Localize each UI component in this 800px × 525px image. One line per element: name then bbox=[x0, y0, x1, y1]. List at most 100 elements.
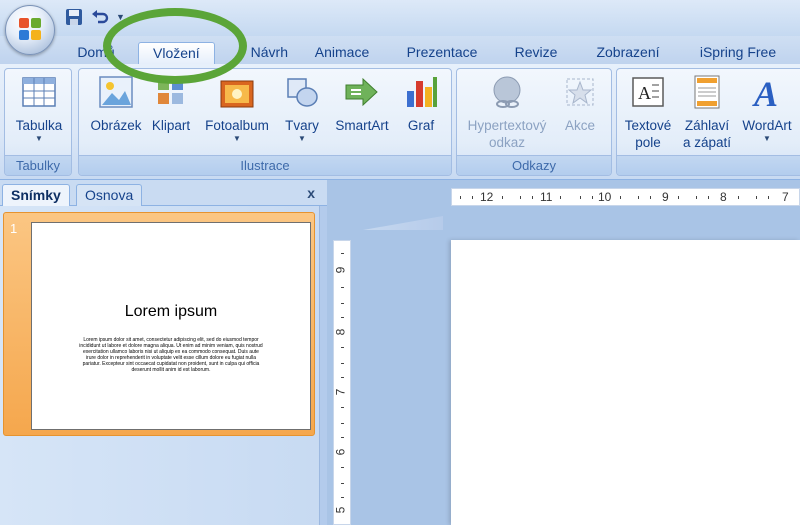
group-label-odkazy: Odkazy bbox=[457, 155, 611, 175]
tab-vlozeni[interactable]: Vložení bbox=[138, 42, 215, 64]
ribbon-group-ilustrace: Obrázek Klipart Fotoalbum ▼ Tvary ▼ Smar… bbox=[78, 68, 452, 176]
obrazek-label: Obrázek bbox=[90, 118, 142, 133]
slide-thumbnail-selected[interactable]: 1 Lorem ipsum Lorem ipsum dolor sit amet… bbox=[3, 212, 315, 436]
klipart-button[interactable]: Klipart bbox=[147, 73, 195, 134]
akce-label: Akce bbox=[564, 118, 595, 133]
wordart-button[interactable]: A WordArt ▼ bbox=[735, 73, 799, 144]
ruler-v-label: 7 bbox=[333, 388, 348, 396]
shapes-icon bbox=[283, 73, 321, 111]
tab-zobrazeni[interactable]: Zobrazení bbox=[588, 42, 668, 64]
tab-navrh-label: Návrh bbox=[250, 44, 288, 60]
smartart-icon bbox=[343, 73, 381, 111]
group-label-tabulky: Tabulky bbox=[5, 155, 71, 175]
ruler-v-label: 5 bbox=[333, 506, 348, 514]
smartart-label: SmartArt bbox=[335, 118, 389, 133]
group-label-text bbox=[617, 155, 800, 175]
fotoalbum-label: Fotoalbum bbox=[205, 118, 269, 133]
slide-canvas[interactable] bbox=[451, 240, 800, 525]
qat-dropdown-icon[interactable]: ▼ bbox=[116, 12, 125, 22]
ruler-h-label: 7 bbox=[782, 190, 789, 204]
obrazek-button[interactable]: Obrázek bbox=[83, 73, 149, 134]
ribbon-group-tabulky: Tabulka ▼ Tabulky bbox=[4, 68, 72, 176]
group-label-ilustrace: Ilustrace bbox=[79, 155, 451, 175]
vertical-ruler-ticks bbox=[341, 253, 344, 498]
chevron-down-icon: ▼ bbox=[35, 134, 43, 143]
slide-title: Lorem ipsum bbox=[124, 303, 218, 320]
hypertextovy-label-2: odkaz bbox=[488, 135, 526, 150]
office-logo-icon bbox=[19, 18, 43, 42]
slide-number: 1 bbox=[10, 221, 18, 236]
zahlavi-button[interactable]: Záhlaví a zápatí bbox=[677, 73, 737, 151]
picture-icon bbox=[97, 73, 135, 111]
tab-prezentace[interactable]: Prezentace bbox=[402, 42, 482, 64]
slide-pane-tabs: Snímky Osnova x bbox=[0, 180, 327, 206]
clipart-icon bbox=[152, 73, 190, 111]
chart-icon bbox=[402, 73, 440, 111]
tvary-label: Tvary bbox=[285, 118, 319, 133]
action-icon bbox=[561, 73, 599, 111]
klipart-label: Klipart bbox=[151, 118, 191, 133]
svg-text:A: A bbox=[638, 83, 651, 103]
graf-button[interactable]: Graf bbox=[397, 73, 445, 134]
office-button[interactable] bbox=[5, 5, 55, 55]
tabulka-label: Tabulka bbox=[15, 118, 63, 133]
zahlavi-label-1: Záhlaví bbox=[684, 118, 730, 133]
table-icon bbox=[20, 73, 58, 111]
akce-button[interactable]: Akce bbox=[555, 73, 605, 134]
slide-body-text: Lorem ipsum dolor sit amet, consectetur … bbox=[79, 337, 263, 373]
slide-thumbnail-pane: 1 Lorem ipsum Lorem ipsum dolor sit amet… bbox=[0, 206, 327, 525]
ribbon-group-odkazy: Hypertextový odkaz Akce Odkazy bbox=[456, 68, 612, 176]
fotoalbum-button[interactable]: Fotoalbum ▼ bbox=[197, 73, 277, 144]
svg-text:A: A bbox=[752, 74, 778, 111]
ruler-h-label: 10 bbox=[598, 190, 612, 204]
undo-icon[interactable] bbox=[90, 7, 110, 27]
quick-access-toolbar: ▼ bbox=[64, 6, 125, 28]
vertical-ruler[interactable]: 9 8 7 6 5 bbox=[333, 240, 351, 525]
ruler-v-label: 9 bbox=[333, 266, 348, 274]
ruler-v-label: 6 bbox=[333, 448, 348, 456]
tab-domu[interactable]: Domů bbox=[70, 42, 122, 64]
tvary-button[interactable]: Tvary ▼ bbox=[279, 73, 325, 144]
tab-navrh[interactable]: Návrh bbox=[236, 42, 288, 64]
header-footer-icon bbox=[688, 73, 726, 111]
textove-label-1: Textové bbox=[624, 118, 672, 133]
pane-splitter[interactable] bbox=[319, 206, 327, 525]
ruler-v-label: 8 bbox=[333, 328, 348, 336]
wordart-label: WordArt bbox=[742, 118, 792, 133]
ruler-h-label: 12 bbox=[480, 190, 494, 204]
graf-label: Graf bbox=[407, 118, 435, 133]
tabulka-button[interactable]: Tabulka ▼ bbox=[9, 73, 69, 144]
photo-album-icon bbox=[218, 73, 256, 111]
textove-label-2: pole bbox=[635, 135, 661, 150]
wordart-icon: A bbox=[748, 73, 786, 114]
horizontal-ruler[interactable]: 12 11 10 9 8 7 bbox=[451, 188, 800, 206]
smartart-button[interactable]: SmartArt bbox=[331, 73, 393, 134]
ribbon: Tabulka ▼ Tabulky Obrázek Klipart Fotoal… bbox=[0, 64, 800, 180]
hypertextovy-odkaz-button[interactable]: Hypertextový odkaz bbox=[461, 73, 553, 151]
ruler-h-label: 11 bbox=[540, 190, 553, 204]
tab-ispring-free[interactable]: iSpring Free bbox=[692, 42, 784, 64]
tab-osnova[interactable]: Osnova bbox=[76, 184, 143, 206]
chevron-down-icon: ▼ bbox=[298, 134, 306, 143]
chevron-down-icon: ▼ bbox=[233, 134, 241, 143]
chevron-down-icon: ▼ bbox=[763, 134, 771, 143]
ruler-h-label: 8 bbox=[720, 190, 727, 204]
canvas-shadow bbox=[363, 216, 443, 230]
tab-snimky[interactable]: Snímky bbox=[2, 184, 70, 206]
tab-revize[interactable]: Revize bbox=[511, 42, 561, 64]
hypertextovy-label-1: Hypertextový bbox=[467, 118, 547, 133]
zahlavi-label-2: a zápatí bbox=[682, 135, 732, 150]
ribbon-tab-row: Domů Vložení Návrh Animace Prezentace Re… bbox=[0, 36, 800, 64]
ribbon-group-text: A Textové pole Záhlaví a zápatí A WordAr… bbox=[616, 68, 800, 176]
title-bar: ▼ bbox=[0, 0, 800, 36]
textove-pole-button[interactable]: A Textové pole bbox=[619, 73, 677, 151]
horizontal-ruler-ticks bbox=[460, 196, 769, 199]
close-icon[interactable]: x bbox=[307, 185, 315, 201]
slide-thumbnail[interactable]: Lorem ipsum Lorem ipsum dolor sit amet, … bbox=[31, 222, 311, 430]
slide-editor: 12 11 10 9 8 7 9 8 7 6 5 bbox=[327, 180, 800, 525]
save-icon[interactable] bbox=[64, 7, 84, 27]
tab-animace[interactable]: Animace bbox=[310, 42, 374, 64]
ruler-h-label: 9 bbox=[662, 190, 669, 204]
textbox-icon: A bbox=[629, 73, 667, 111]
hyperlink-icon bbox=[488, 73, 526, 111]
